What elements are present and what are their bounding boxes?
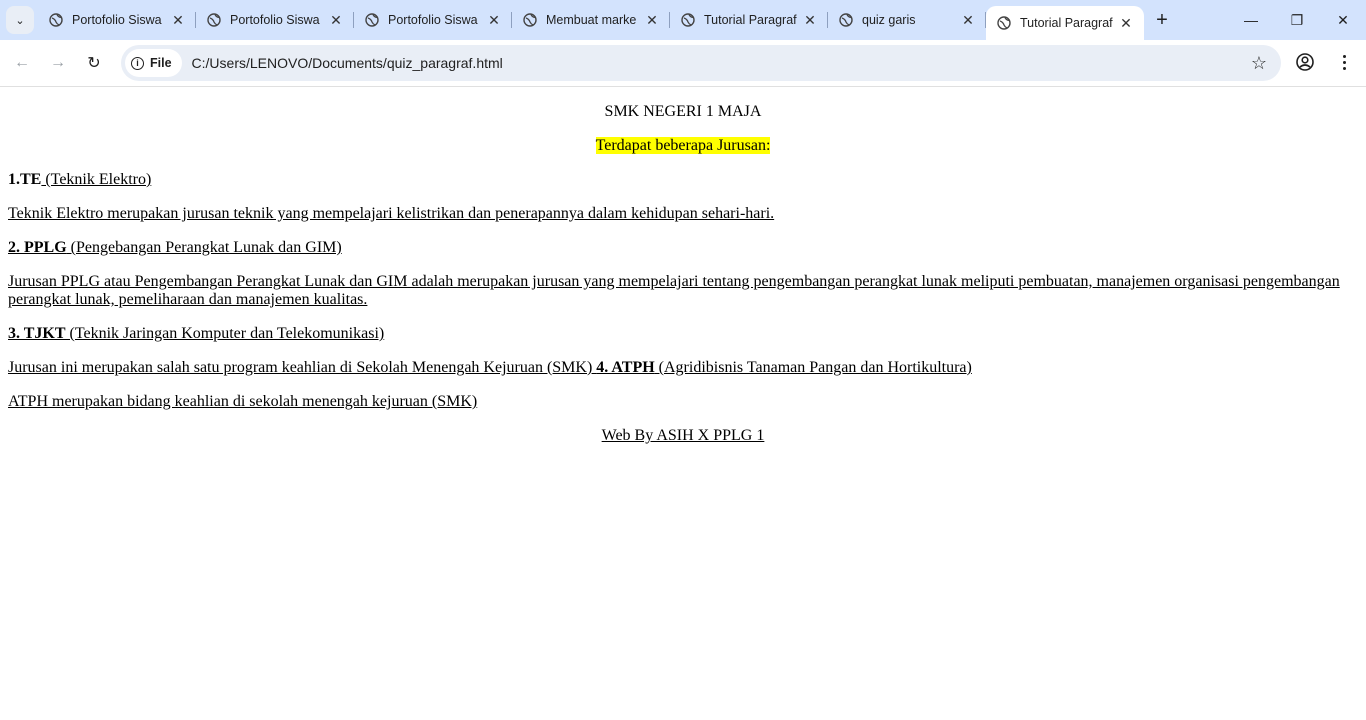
globe-icon: [206, 12, 222, 28]
globe-icon: [680, 12, 696, 28]
tab-tutorial-paragraf-active[interactable]: Tutorial Paragraf ✕: [986, 6, 1144, 40]
site-info-chip[interactable]: i File: [125, 49, 182, 77]
tjkt-heading: 3. TJKT (Teknik Jaringan Komputer dan Te…: [8, 325, 1358, 343]
tab-title: Portofolio Siswa: [72, 13, 162, 27]
restore-icon: ❐: [1290, 11, 1304, 28]
globe-icon: [996, 15, 1012, 31]
tab-strip: ⌄ Portofolio Siswa ✕ Portofolio Siswa ✕ …: [0, 0, 1366, 40]
pplg-code: 2. PPLG: [8, 239, 67, 256]
footer-line: Web By ASIH X PPLG 1: [8, 427, 1358, 445]
pplg-name: (Pengebangan Perangkat Lunak dan GIM): [66, 239, 342, 256]
reload-button[interactable]: ↻: [80, 49, 108, 77]
globe-icon: [364, 12, 380, 28]
reload-icon: ↻: [87, 55, 101, 72]
tab-title: quiz garis: [862, 13, 916, 27]
tjkt-name: (Teknik Jaringan Komputer dan Telekomuni…: [65, 325, 385, 342]
te-code: 1.TE: [8, 171, 42, 188]
close-icon: ✕: [1337, 11, 1349, 28]
plus-icon: +: [1156, 8, 1168, 31]
back-button[interactable]: ←: [8, 49, 36, 77]
browser-toolbar: ← → ↻ i File C:/Users/LENOVO/Documents/q…: [0, 40, 1366, 87]
window-controls: — ❐ ✕: [1228, 0, 1366, 40]
atph-description: ATPH merupakan bidang keahlian di sekola…: [8, 393, 478, 410]
tab-tutorial-paragraf[interactable]: Tutorial Paragraf ✕: [670, 0, 828, 40]
page-content: SMK NEGERI 1 MAJA Terdapat beberapa Juru…: [0, 103, 1366, 445]
url-text[interactable]: C:/Users/LENOVO/Documents/quiz_paragraf.…: [192, 55, 503, 71]
close-icon[interactable]: ✕: [960, 12, 976, 28]
school-heading: SMK NEGERI 1 MAJA: [604, 103, 762, 120]
tab-portofolio-siswa-2[interactable]: Portofolio Siswa ✕: [196, 0, 354, 40]
close-icon[interactable]: ✕: [170, 12, 186, 28]
arrow-right-icon: →: [50, 54, 66, 71]
arrow-left-icon: ←: [14, 54, 30, 71]
pplg-description: Jurusan PPLG atau Pengembangan Perangkat…: [8, 273, 1340, 308]
tab-title: Portofolio Siswa: [388, 13, 478, 27]
dot: [1342, 60, 1346, 64]
close-icon[interactable]: ✕: [802, 12, 818, 28]
atph-name: (Agridibisnis Tanaman Pangan dan Hortiku…: [654, 359, 972, 376]
info-icon: i: [131, 56, 144, 70]
dot: [1342, 66, 1346, 70]
tab-portofolio-siswa-3[interactable]: Portofolio Siswa ✕: [354, 0, 512, 40]
bookmark-star-icon[interactable]: ☆: [1251, 53, 1267, 74]
tjkt-description: Jurusan ini merupakan salah satu program…: [8, 359, 1358, 377]
pplg-heading: 2. PPLG (Pengebangan Perangkat Lunak dan…: [8, 239, 1358, 257]
profile-icon[interactable]: [1296, 53, 1314, 71]
new-tab-button[interactable]: +: [1150, 8, 1174, 32]
close-window-button[interactable]: ✕: [1320, 0, 1366, 40]
close-icon[interactable]: ✕: [486, 12, 502, 28]
tab-title: Membuat marke: [546, 13, 637, 27]
intro-line: Terdapat beberapa Jurusan:: [8, 137, 1358, 155]
close-icon[interactable]: ✕: [328, 12, 344, 28]
te-heading: 1.TE (Teknik Elektro): [8, 171, 1358, 189]
intro-highlight: Terdapat beberapa Jurusan:: [595, 137, 771, 154]
address-bar[interactable]: i File C:/Users/LENOVO/Documents/quiz_pa…: [121, 45, 1281, 81]
chevron-down-icon: ⌄: [15, 14, 25, 27]
more-menu-button[interactable]: [1336, 50, 1352, 74]
atph-code: 4. ATPH: [596, 359, 655, 376]
globe-icon: [838, 12, 854, 28]
tab-list: Portofolio Siswa ✕ Portofolio Siswa ✕ Po…: [38, 0, 1144, 40]
tjkt-code: 3. TJKT: [8, 325, 66, 342]
restore-button[interactable]: ❐: [1274, 0, 1320, 40]
forward-button[interactable]: →: [44, 49, 72, 77]
scheme-label: File: [150, 56, 172, 70]
dot: [1342, 54, 1346, 58]
tab-title: Tutorial Paragraf: [1020, 16, 1113, 30]
tab-quiz-garis[interactable]: quiz garis ✕: [828, 0, 986, 40]
tab-title: Tutorial Paragraf: [704, 13, 797, 27]
footer-credit: Web By ASIH X PPLG 1: [601, 427, 765, 444]
tab-membuat-marke[interactable]: Membuat marke ✕: [512, 0, 670, 40]
te-description: Teknik Elektro merupakan jurusan teknik …: [8, 205, 775, 222]
globe-icon: [522, 12, 538, 28]
globe-icon: [48, 12, 64, 28]
tab-title: Portofolio Siswa: [230, 13, 320, 27]
minimize-icon: —: [1244, 12, 1258, 28]
close-icon[interactable]: ✕: [1118, 15, 1134, 31]
tab-portofolio-siswa-1[interactable]: Portofolio Siswa ✕: [38, 0, 196, 40]
close-icon[interactable]: ✕: [644, 12, 660, 28]
tjkt-desc-text: Jurusan ini merupakan salah satu program…: [8, 359, 597, 376]
minimize-button[interactable]: —: [1228, 0, 1274, 40]
te-name: (Teknik Elektro): [41, 171, 152, 188]
tab-search-button[interactable]: ⌄: [6, 6, 34, 34]
